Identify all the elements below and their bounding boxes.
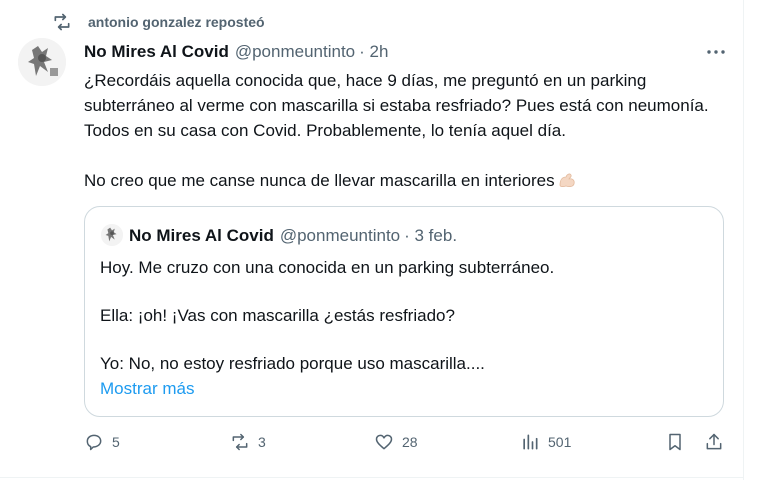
bookmark-icon (669, 433, 681, 451)
tweet-header: No Mires Al Covid @ponmeuntinto · 2h (84, 42, 388, 62)
reply-count: 5 (112, 434, 120, 450)
quoted-line-1: Hoy. Me cruzo con una conocida en un par… (100, 258, 555, 277)
quoted-line-3: Yo: No, no estoy resfriado porque uso ma… (100, 354, 485, 373)
tweet-time[interactable]: · 2h (359, 42, 388, 62)
author-handle[interactable]: @ponmeuntinto (235, 42, 355, 62)
tweet-actions: 5 3 28 501 (84, 432, 734, 458)
timeline-divider-vertical (743, 0, 744, 480)
share-button[interactable] (704, 432, 724, 452)
quoted-author-name: No Mires Al Covid (129, 226, 274, 245)
repost-context[interactable]: antonio gonzalez reposteó (52, 12, 265, 32)
views-button[interactable]: 501 (520, 432, 571, 452)
tweet-paragraph-2: No creo que me canse nunca de llevar mas… (84, 168, 734, 193)
quoted-avatar[interactable] (101, 224, 123, 246)
quoted-avatar-image-icon (101, 224, 123, 246)
quoted-body: Hoy. Me cruzo con una conocida en un par… (100, 255, 710, 401)
reply-button[interactable]: 5 (84, 432, 120, 452)
more-options-icon[interactable] (704, 40, 728, 64)
views-chart-icon (523, 434, 538, 450)
avatar-image-icon (18, 38, 66, 86)
author-name[interactable]: No Mires Al Covid (84, 42, 229, 62)
avatar[interactable] (18, 38, 66, 86)
repost-action-icon (232, 433, 248, 451)
repost-icon (54, 13, 70, 31)
repost-count: 3 (258, 434, 266, 450)
share-icon (706, 433, 722, 450)
quoted-tweet[interactable]: No Mires Al Covid @ponmeuntinto · 3 feb.… (84, 206, 724, 417)
like-button[interactable]: 28 (374, 432, 418, 452)
flexed-biceps-icon (559, 173, 575, 188)
repost-button[interactable]: 3 (230, 432, 266, 452)
views-count: 501 (548, 434, 572, 450)
tweet-paragraph-1: ¿Recordáis aquella conocida que, hace 9 … (84, 71, 709, 140)
tweet-body: ¿Recordáis aquella conocida que, hace 9 … (84, 68, 734, 193)
repost-label: antonio gonzalez reposteó (88, 14, 265, 30)
quoted-line-2: Ella: ¡oh! ¡Vas con mascarilla ¿estás re… (100, 306, 455, 325)
like-count: 28 (402, 434, 418, 450)
quoted-header: No Mires Al Covid @ponmeuntinto · 3 feb. (129, 226, 457, 246)
reply-icon (86, 434, 102, 451)
tweet-paragraph-2-text: No creo que me canse nunca de llevar mas… (84, 171, 555, 190)
show-more-link[interactable]: Mostrar más (100, 376, 710, 401)
heart-icon (375, 434, 393, 450)
quoted-author-handle: @ponmeuntinto (279, 226, 401, 245)
quoted-time: · 3 feb. (404, 226, 458, 245)
bookmark-button[interactable] (665, 432, 685, 452)
timeline-divider-horizontal (0, 477, 744, 478)
